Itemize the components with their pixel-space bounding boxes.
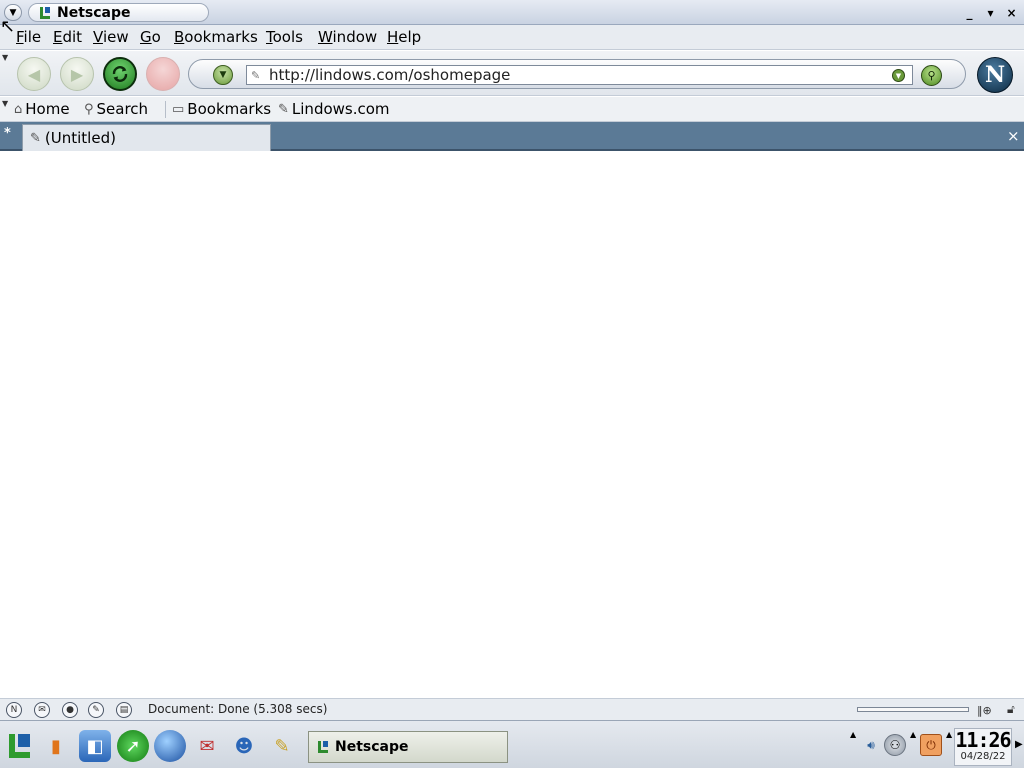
window-title: Netscape [28,3,209,22]
address-book-icon[interactable]: ▤ [116,702,132,718]
close-icon: × [1006,5,1017,20]
composer-icon[interactable]: ✎ [88,702,104,718]
taskbar-scroll-right-icon[interactable]: ▶ [1015,739,1023,750]
lindows-logo-icon [318,741,328,753]
clock-time: 11:26 [955,728,1011,752]
url-input[interactable] [246,65,913,85]
network-icon[interactable]: ⚇ [884,734,906,756]
toolbar-divider [165,101,166,118]
tray-arrow-icon[interactable]: ▲ [910,730,916,739]
clock-date: 04/28/22 [960,751,1006,762]
taskbar: ▮ ◧ ➚ ✉ ☻ ✎ Netscape ▲ 🔊︎ ⚇ ▲ ⏻ ▲ 11:26 … [0,720,1024,768]
stop-button[interactable] [146,57,180,91]
status-bar: N ✉ ● ✎ ▤ Document: Done (5.308 secs) ‖⊕… [0,698,1024,720]
menu-bar: File Edit View Go Bookmarks Tools Window… [0,25,1024,50]
home-icon: ⌂ [14,101,23,117]
tray-arrow-icon[interactable]: ▲ [946,730,952,739]
search-icon: ⚲ [84,101,94,117]
minimize-button[interactable]: _ [962,5,977,20]
tab-untitled[interactable]: ✎ (Untitled) [22,124,271,151]
folder-icon: ▭ [172,101,185,117]
lindows-logo-icon [40,7,50,19]
url-dropdown-icon[interactable]: ▼ [892,69,905,82]
magnifier-icon: ⚲ [927,69,936,82]
progress-meter [857,707,969,712]
web-browser-icon[interactable] [154,730,186,762]
power-icon[interactable]: ⏻ [920,734,942,756]
person-icon: ☻ [234,735,254,757]
online-status-icon[interactable]: ‖⊕ [977,704,992,717]
navigation-toolbar: ▼ ◀ ▶ ▼ ✎ ▼ ⚲ N [0,51,1024,96]
search-button[interactable]: ⚲ [921,65,942,86]
status-text: Document: Done (5.308 secs) [148,702,328,716]
lindows-logo-icon [9,734,30,758]
mail-icon[interactable]: ✉ [34,702,50,718]
tray-arrow-icon[interactable]: ▲ [850,730,856,739]
chevron-down-icon: ▼ [219,70,227,80]
url-bar: ▼ ✎ ▼ ⚲ [188,59,966,89]
back-arrow-icon: ◀ [27,64,41,84]
personal-toolbar: ▼ ⌂ Home ⚲ Search ▭ Bookmarks ✎ Lindows.… [0,97,1024,122]
mail-client-icon[interactable]: ✉ [191,730,223,762]
bookmarks-button[interactable]: ▭ Bookmarks [172,100,271,118]
reload-button[interactable] [103,57,137,91]
click-n-run-icon[interactable]: ▮ [40,730,72,762]
reload-icon [112,66,128,82]
taskbar-netscape-button[interactable]: Netscape [308,731,508,763]
messenger-icon[interactable]: ☻ [228,730,260,762]
volume-icon[interactable]: 🔊︎ [860,734,882,756]
menu-help[interactable]: Help [387,28,421,46]
netscape-logo-letter: N [984,62,1006,88]
forward-button[interactable]: ▶ [60,57,94,91]
menu-edit[interactable]: Edit [53,28,82,46]
menu-bookmarks[interactable]: Bookmarks [174,28,258,46]
close-window-button[interactable]: × [1004,5,1019,20]
menu-tools[interactable]: Tools [266,28,303,46]
search-bookmark-button[interactable]: ⚲ Search [84,100,148,118]
url-history-dropdown-button[interactable]: ▼ [213,65,233,85]
lindows-link[interactable]: ✎ Lindows.com [278,100,390,118]
instant-messenger-icon[interactable]: ● [62,702,78,718]
writer-icon[interactable]: ✎ [266,730,298,762]
toolbar-grip-icon[interactable]: ▼ [2,53,10,62]
menu-view[interactable]: View [93,28,129,46]
bookmark-page-icon: ✎ [278,101,289,117]
maximize-button[interactable]: ▾ [983,5,998,20]
new-tab-star-icon[interactable]: * [4,126,16,141]
tab-bar: * ✎ (Untitled) × [0,122,1024,151]
cube-icon: ◧ [86,735,104,757]
menu-window[interactable]: Window [318,28,377,46]
pencil-icon: ✎ [274,735,290,757]
mailbox-icon: ✉ [199,735,215,757]
taskbar-netscape-label: Netscape [335,739,409,755]
toolbar-grip-icon[interactable]: ▼ [2,99,10,108]
netscape-throbber-logo[interactable]: N [977,57,1013,93]
back-button[interactable]: ◀ [17,57,51,91]
page-content[interactable] [0,152,1024,698]
navigator-icon[interactable]: N [6,702,22,718]
home-button[interactable]: ⌂ Home [14,100,70,118]
menu-go[interactable]: Go [140,28,161,46]
menu-file[interactable]: File [16,28,41,46]
close-tab-icon[interactable]: × [1007,127,1020,145]
window-title-text: Netscape [57,4,131,21]
security-lock-icon[interactable]: 🔓︎ [1007,702,1015,717]
clock[interactable]: 11:26 04/28/22 [954,728,1012,766]
run-icon[interactable]: ➚ [117,730,149,762]
mouse-pointer-icon: ↖ [0,16,16,37]
runner-icon: ➚ [125,735,141,757]
window-title-bar[interactable]: ▼ Netscape _ ▾ × [0,0,1024,25]
minimize-icon: _ [966,5,973,20]
page-icon: ✎ [251,69,261,82]
file-manager-icon[interactable]: ◧ [79,730,111,762]
lindows-start-icon[interactable] [3,730,35,762]
tab-title: (Untitled) [44,129,116,147]
life-vest-icon: ▮ [51,735,61,757]
page-icon: ✎ [30,130,41,146]
maximize-icon: ▾ [987,5,994,20]
forward-arrow-icon: ▶ [70,64,84,84]
